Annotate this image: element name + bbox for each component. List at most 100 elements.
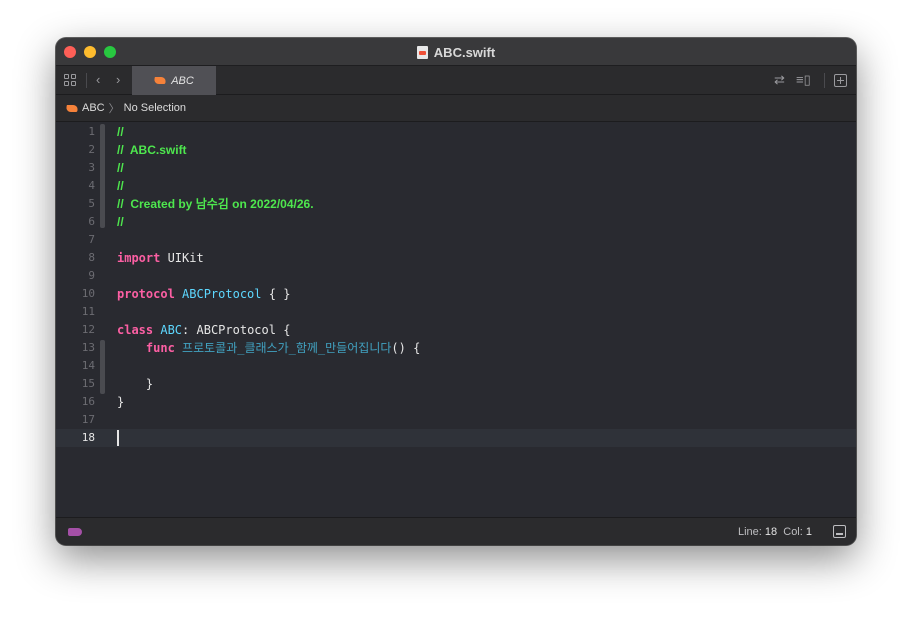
tab-abc[interactable]: ABC	[132, 66, 216, 95]
line-number: 18	[81, 431, 95, 444]
swap-icon[interactable]: ⇄	[774, 72, 785, 88]
code-line[interactable]: 8 import UIKit	[56, 249, 856, 267]
title-bar: ABC.swift	[56, 38, 856, 66]
breadcrumb-chevron-icon: 〉	[108, 103, 120, 115]
line-number: 12	[81, 323, 95, 336]
code-line[interactable]: 7	[56, 231, 856, 249]
code-line[interactable]: 18	[56, 429, 856, 447]
code-line[interactable]: 14	[56, 357, 856, 375]
line-value: 18	[764, 526, 778, 538]
window-title: ABC.swift	[433, 44, 496, 60]
code-line[interactable]: 4 //	[56, 177, 856, 195]
forward-chevron-icon[interactable]: ›	[116, 72, 120, 88]
code-text: import UIKit	[117, 249, 204, 267]
line-number: 13	[81, 341, 95, 354]
line-number: 10	[81, 287, 95, 300]
swift-icon	[154, 76, 166, 85]
code-text: //	[117, 213, 124, 231]
breadcrumb-file[interactable]: ABC	[82, 102, 105, 114]
code-line[interactable]: 2 // ABC.swift	[56, 141, 856, 159]
code-token: UIKit	[160, 251, 204, 265]
text-cursor	[117, 430, 119, 446]
code-token: : ABCProtocol {	[182, 323, 291, 337]
line-number: 16	[81, 395, 95, 408]
line-label: Line:	[737, 526, 762, 538]
tab-bar: ‹ › ABC ⇄ ≡▯	[56, 66, 856, 95]
swift-file-icon	[416, 45, 428, 59]
code-line[interactable]: 17	[56, 411, 856, 429]
console-icon[interactable]	[833, 525, 846, 538]
code-token: 프로토콜과_클래스가_함께_만들어집니다	[182, 341, 392, 355]
code-token: //	[117, 179, 124, 193]
code-line[interactable]: 16}	[56, 393, 856, 411]
line-number: 6	[88, 215, 95, 228]
window-title-group: ABC.swift	[56, 38, 856, 66]
code-line[interactable]: 13 func 프로토콜과_클래스가_함께_만들어집니다() {	[56, 339, 856, 357]
line-number: 8	[88, 251, 95, 264]
tab-label: ABC	[171, 74, 194, 87]
code-token: // Created by 남수김 on 2022/04/26.	[117, 197, 314, 211]
code-text: //	[117, 123, 124, 141]
code-token: // ABC.swift	[117, 143, 187, 157]
line-number: 7	[88, 233, 95, 246]
code-line[interactable]: 12 class ABC: ABCProtocol {	[56, 321, 856, 339]
add-editor-icon[interactable]	[834, 74, 847, 87]
col-label: Col:	[783, 526, 803, 538]
code-token: //	[117, 161, 124, 175]
code-editor[interactable]: 1 // 2 // ABC.swift 3 // 4 // 5 // Created by 남수김…	[56, 122, 856, 517]
code-line[interactable]: 5 // Created by 남수김 on 2022/04/26.	[56, 195, 856, 213]
code-line[interactable]: 9	[56, 267, 856, 285]
status-bar: Line: 18 Col: 1	[56, 517, 856, 545]
code-text: // Created by 남수김 on 2022/04/26.	[117, 195, 314, 213]
line-number: 11	[81, 305, 95, 318]
divider	[86, 73, 87, 88]
code-token: class	[117, 323, 154, 337]
code-line[interactable]: 15 }	[56, 375, 856, 393]
code-token: () {	[391, 341, 421, 355]
tag-icon[interactable]	[68, 528, 82, 536]
code-token: //	[117, 125, 124, 139]
line-number: 17	[81, 413, 95, 426]
xcode-window: ABC.swift ‹ › ABC ⇄ ≡▯ ABC 〉 No Selectio…	[56, 38, 856, 545]
line-number: 1	[88, 125, 95, 138]
code-text: protocol ABCProtocol { }	[117, 285, 290, 303]
line-number: 2	[88, 143, 95, 156]
code-token: func	[145, 341, 175, 355]
code-line[interactable]: 11	[56, 303, 856, 321]
code-token: ABC	[160, 323, 183, 337]
code-token: protocol	[117, 287, 175, 301]
split-editor-icon[interactable]: ≡▯	[796, 72, 811, 88]
line-number: 4	[88, 179, 95, 192]
swift-icon	[66, 104, 78, 113]
code-text: //	[117, 159, 124, 177]
col-value: 1	[805, 526, 812, 538]
code-text: // ABC.swift	[117, 141, 187, 159]
code-token: ABCProtocol	[182, 287, 262, 301]
cursor-position: Line: 18 Col: 1	[738, 526, 812, 538]
line-number: 3	[88, 161, 95, 174]
line-number: 9	[88, 269, 95, 282]
code-text: }	[117, 393, 124, 411]
line-number: 15	[81, 377, 95, 390]
code-line[interactable]: 10 protocol ABCProtocol { }	[56, 285, 856, 303]
code-token: { }	[261, 287, 291, 301]
code-text: func 프로토콜과_클래스가_함께_만들어집니다() {	[117, 339, 420, 357]
code-text: //	[117, 177, 124, 195]
grid-icon[interactable]	[64, 74, 78, 88]
code-text: class ABC: ABCProtocol {	[117, 321, 290, 339]
divider	[824, 73, 825, 88]
code-token: }	[117, 395, 125, 409]
jump-bar: ABC 〉 No Selection	[56, 95, 856, 122]
line-number: 5	[88, 197, 95, 210]
code-line[interactable]: 1 //	[56, 123, 856, 141]
code-text: }	[117, 375, 153, 393]
back-chevron-icon[interactable]: ‹	[96, 72, 100, 88]
line-number: 14	[81, 359, 95, 372]
code-token: //	[117, 215, 124, 229]
breadcrumb-selection[interactable]: No Selection	[124, 102, 186, 114]
code-line[interactable]: 3 //	[56, 159, 856, 177]
code-line[interactable]: 6 //	[56, 213, 856, 231]
